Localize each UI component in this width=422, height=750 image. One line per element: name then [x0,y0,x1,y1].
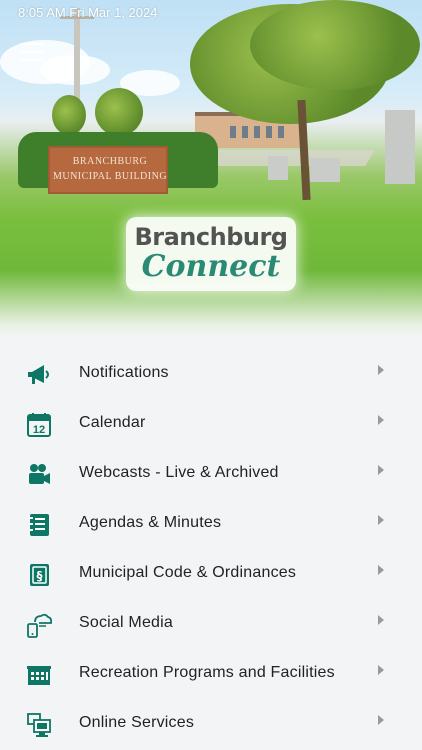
menu-label: Calendar [79,414,146,431]
megaphone-icon [28,365,49,384]
menu-item-agendas[interactable]: Agendas & Minutes [0,500,422,550]
chevron-right-icon [378,565,384,575]
stone-monument [385,110,415,184]
chevron-right-icon [378,465,384,475]
menu-item-notifications[interactable]: Notifications [0,350,422,400]
chevron-right-icon [378,665,384,675]
menu-hamburger-icon[interactable] [20,43,44,61]
building-sign: BRANCHBURG MUNICIPAL BUILDING [48,146,168,194]
menu-item-webcasts[interactable]: Webcasts - Live & Archived [0,450,422,500]
chevron-right-icon [378,515,384,525]
chevron-right-icon [378,415,384,425]
main-menu: Notifications 12 Calendar Webcasts - Liv… [0,338,422,750]
menu-item-municipal-code[interactable]: § Municipal Code & Ordinances [0,550,422,600]
facility-icon [27,666,51,685]
sign-line-2: MUNICIPAL BUILDING [52,171,168,182]
logo-text-top: Branchburg [134,223,288,251]
phone-cloud-icon [27,613,52,638]
menu-item-recreation[interactable]: Recreation Programs and Facilities [0,650,422,700]
menu-item-social-media[interactable]: Social Media [0,600,422,650]
chevron-right-icon [378,715,384,725]
sign-line-1: BRANCHBURG [72,156,148,167]
svg-text:§: § [37,569,43,583]
app-logo: Branchburg Connect [126,217,296,291]
menu-label: Recreation Programs and Facilities [79,664,335,681]
video-camera-icon [29,464,50,484]
menu-label: Webcasts - Live & Archived [79,464,279,481]
calendar-icon-day: 12 [33,424,45,436]
status-bar-time: 8:05 AM Fri Mar 1, 2024 [18,5,158,20]
menu-label: Social Media [79,614,174,631]
chevron-right-icon [378,615,384,625]
chevron-right-icon [378,365,384,375]
menu-label: Agendas & Minutes [79,514,222,531]
menu-label: Municipal Code & Ordinances [79,564,297,581]
menu-label: Notifications [79,364,169,381]
logo-text-bottom: Connect [141,249,281,284]
menu-item-online-services[interactable]: Online Services [0,700,422,750]
header-photo: BRANCHBURG MUNICIPAL BUILDING 8:05 AM Fr… [0,0,422,338]
menu-label: Online Services [79,714,195,731]
online-services-icon [27,713,51,737]
notebook-icon [29,514,49,536]
calendar-icon: 12 [27,413,51,437]
menu-item-calendar[interactable]: 12 Calendar [0,400,422,450]
section-book-icon: § [30,564,49,586]
